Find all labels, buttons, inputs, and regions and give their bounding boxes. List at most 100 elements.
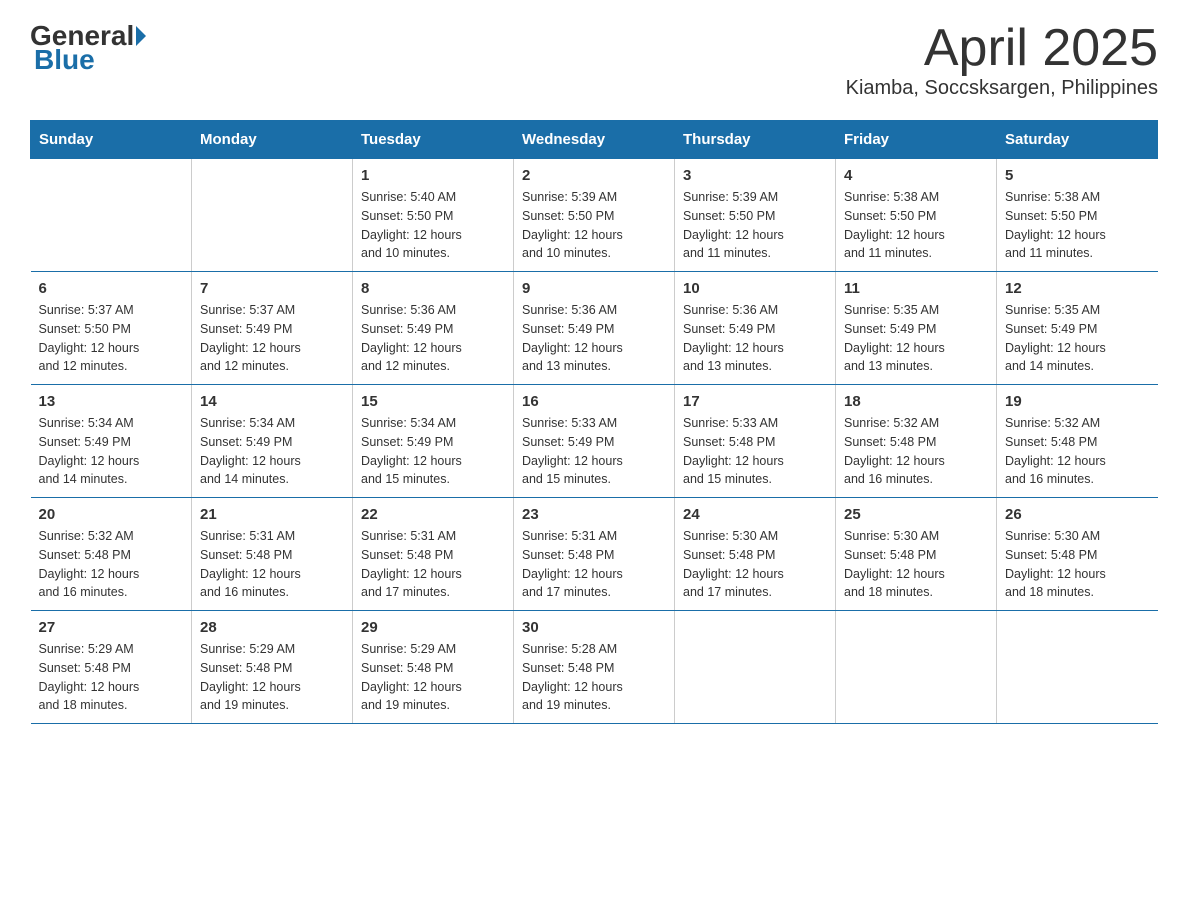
day-cell — [192, 159, 353, 272]
day-cell: 6Sunrise: 5:37 AM Sunset: 5:50 PM Daylig… — [31, 272, 192, 385]
day-number: 12 — [1005, 280, 1150, 297]
day-info: Sunrise: 5:35 AM Sunset: 5:49 PM Dayligh… — [844, 301, 988, 376]
day-number: 7 — [200, 280, 344, 297]
day-info: Sunrise: 5:28 AM Sunset: 5:48 PM Dayligh… — [522, 640, 666, 715]
day-number: 3 — [683, 167, 827, 184]
day-number: 15 — [361, 393, 505, 410]
calendar-table: SundayMondayTuesdayWednesdayThursdayFrid… — [30, 120, 1158, 724]
day-cell: 24 Sunrise: 5:30 AM Sunset: 5:48 PM Dayli… — [675, 498, 836, 611]
day-info: Sunrise: 5:33 AM Sunset: 5:48 PM Dayligh… — [683, 414, 827, 489]
day-cell: 27Sunrise: 5:29 AM Sunset: 5:48 PM Dayli… — [31, 611, 192, 724]
day-number: 16 — [522, 393, 666, 410]
logo-arrow-icon — [136, 26, 146, 46]
day-cell: 3Sunrise: 5:39 AM Sunset: 5:50 PM Daylig… — [675, 159, 836, 272]
week-row-5: 27Sunrise: 5:29 AM Sunset: 5:48 PM Dayli… — [31, 611, 1158, 724]
day-cell: 1 Sunrise: 5:40 AM Sunset: 5:50 PM Daylig… — [353, 159, 514, 272]
week-row-3: 13 Sunrise: 5:34 AM Sunset: 5:49 PM Dayli… — [31, 385, 1158, 498]
day-cell: 26 Sunrise: 5:30 AM Sunset: 5:48 PM Dayli… — [997, 498, 1158, 611]
day-info: Sunrise: 5:38 AM Sunset: 5:50 PM Dayligh… — [1005, 188, 1150, 263]
day-info: Sunrise: 5:37 AM Sunset: 5:50 PM Dayligh… — [39, 301, 184, 376]
day-info: Sunrise: 5:29 AM Sunset: 5:48 PM Dayligh… — [200, 640, 344, 715]
day-number: 26 — [1005, 506, 1150, 523]
day-cell: 25Sunrise: 5:30 AM Sunset: 5:48 PM Dayli… — [836, 498, 997, 611]
day-number: 2 — [522, 167, 666, 184]
day-cell: 9 Sunrise: 5:36 AM Sunset: 5:49 PM Daylig… — [514, 272, 675, 385]
day-info: Sunrise: 5:36 AM Sunset: 5:49 PM Dayligh… — [522, 301, 666, 376]
day-number: 19 — [1005, 393, 1150, 410]
day-number: 14 — [200, 393, 344, 410]
day-info: Sunrise: 5:34 AM Sunset: 5:49 PM Dayligh… — [361, 414, 505, 489]
page-header: General Blue April 2025 Kiamba, Soccsksa… — [30, 20, 1158, 100]
day-info: Sunrise: 5:30 AM Sunset: 5:48 PM Dayligh… — [1005, 527, 1150, 602]
day-info: Sunrise: 5:31 AM Sunset: 5:48 PM Dayligh… — [200, 527, 344, 602]
day-cell: 13 Sunrise: 5:34 AM Sunset: 5:49 PM Dayli… — [31, 385, 192, 498]
day-number: 4 — [844, 167, 988, 184]
day-info: Sunrise: 5:40 AM Sunset: 5:50 PM Dayligh… — [361, 188, 505, 263]
header-cell-friday: Friday — [836, 121, 997, 159]
day-info: Sunrise: 5:32 AM Sunset: 5:48 PM Dayligh… — [844, 414, 988, 489]
day-number: 13 — [39, 393, 184, 410]
day-info: Sunrise: 5:32 AM Sunset: 5:48 PM Dayligh… — [1005, 414, 1150, 489]
day-info: Sunrise: 5:39 AM Sunset: 5:50 PM Dayligh… — [522, 188, 666, 263]
day-info: Sunrise: 5:36 AM Sunset: 5:49 PM Dayligh… — [683, 301, 827, 376]
calendar-subtitle: Kiamba, Soccsksargen, Philippines — [846, 77, 1158, 100]
day-cell: 4Sunrise: 5:38 AM Sunset: 5:50 PM Daylig… — [836, 159, 997, 272]
day-cell: 18 Sunrise: 5:32 AM Sunset: 5:48 PM Dayli… — [836, 385, 997, 498]
calendar-header: SundayMondayTuesdayWednesdayThursdayFrid… — [31, 121, 1158, 159]
day-cell: 22 Sunrise: 5:31 AM Sunset: 5:48 PM Dayli… — [353, 498, 514, 611]
day-cell — [675, 611, 836, 724]
day-cell: 21 Sunrise: 5:31 AM Sunset: 5:48 PM Dayli… — [192, 498, 353, 611]
week-row-4: 20Sunrise: 5:32 AM Sunset: 5:48 PM Dayli… — [31, 498, 1158, 611]
day-info: Sunrise: 5:30 AM Sunset: 5:48 PM Dayligh… — [683, 527, 827, 602]
header-cell-wednesday: Wednesday — [514, 121, 675, 159]
day-cell: 30 Sunrise: 5:28 AM Sunset: 5:48 PM Dayli… — [514, 611, 675, 724]
day-cell: 11 Sunrise: 5:35 AM Sunset: 5:49 PM Dayli… — [836, 272, 997, 385]
day-cell — [836, 611, 997, 724]
day-cell: 14Sunrise: 5:34 AM Sunset: 5:49 PM Dayli… — [192, 385, 353, 498]
header-row: SundayMondayTuesdayWednesdayThursdayFrid… — [31, 121, 1158, 159]
day-cell: 15 Sunrise: 5:34 AM Sunset: 5:49 PM Dayli… — [353, 385, 514, 498]
header-cell-sunday: Sunday — [31, 121, 192, 159]
day-cell: 7 Sunrise: 5:37 AM Sunset: 5:49 PM Daylig… — [192, 272, 353, 385]
day-number: 8 — [361, 280, 505, 297]
logo-blue-text: Blue — [34, 44, 95, 75]
title-block: April 2025 Kiamba, Soccsksargen, Philipp… — [846, 20, 1158, 100]
day-number: 17 — [683, 393, 827, 410]
day-number: 21 — [200, 506, 344, 523]
day-number: 23 — [522, 506, 666, 523]
day-info: Sunrise: 5:30 AM Sunset: 5:48 PM Dayligh… — [844, 527, 988, 602]
header-cell-tuesday: Tuesday — [353, 121, 514, 159]
day-cell: 2 Sunrise: 5:39 AM Sunset: 5:50 PM Daylig… — [514, 159, 675, 272]
day-cell: 8 Sunrise: 5:36 AM Sunset: 5:49 PM Daylig… — [353, 272, 514, 385]
day-info: Sunrise: 5:31 AM Sunset: 5:48 PM Dayligh… — [361, 527, 505, 602]
calendar-title: April 2025 — [846, 20, 1158, 77]
day-cell: 12 Sunrise: 5:35 AM Sunset: 5:49 PM Dayli… — [997, 272, 1158, 385]
day-number: 28 — [200, 619, 344, 636]
day-cell: 23Sunrise: 5:31 AM Sunset: 5:48 PM Dayli… — [514, 498, 675, 611]
day-number: 9 — [522, 280, 666, 297]
day-info: Sunrise: 5:29 AM Sunset: 5:48 PM Dayligh… — [39, 640, 184, 715]
header-cell-thursday: Thursday — [675, 121, 836, 159]
day-info: Sunrise: 5:35 AM Sunset: 5:49 PM Dayligh… — [1005, 301, 1150, 376]
day-cell — [997, 611, 1158, 724]
week-row-1: 1 Sunrise: 5:40 AM Sunset: 5:50 PM Daylig… — [31, 159, 1158, 272]
day-number: 11 — [844, 280, 988, 297]
day-number: 24 — [683, 506, 827, 523]
day-info: Sunrise: 5:36 AM Sunset: 5:49 PM Dayligh… — [361, 301, 505, 376]
day-info: Sunrise: 5:32 AM Sunset: 5:48 PM Dayligh… — [39, 527, 184, 602]
day-number: 18 — [844, 393, 988, 410]
day-info: Sunrise: 5:33 AM Sunset: 5:49 PM Dayligh… — [522, 414, 666, 489]
day-info: Sunrise: 5:34 AM Sunset: 5:49 PM Dayligh… — [39, 414, 184, 489]
header-cell-monday: Monday — [192, 121, 353, 159]
day-cell: 17 Sunrise: 5:33 AM Sunset: 5:48 PM Dayli… — [675, 385, 836, 498]
header-cell-saturday: Saturday — [997, 121, 1158, 159]
day-number: 30 — [522, 619, 666, 636]
day-number: 22 — [361, 506, 505, 523]
week-row-2: 6Sunrise: 5:37 AM Sunset: 5:50 PM Daylig… — [31, 272, 1158, 385]
day-cell — [31, 159, 192, 272]
day-number: 10 — [683, 280, 827, 297]
day-info: Sunrise: 5:37 AM Sunset: 5:49 PM Dayligh… — [200, 301, 344, 376]
day-cell: 10 Sunrise: 5:36 AM Sunset: 5:49 PM Dayli… — [675, 272, 836, 385]
day-number: 1 — [361, 167, 505, 184]
day-info: Sunrise: 5:29 AM Sunset: 5:48 PM Dayligh… — [361, 640, 505, 715]
